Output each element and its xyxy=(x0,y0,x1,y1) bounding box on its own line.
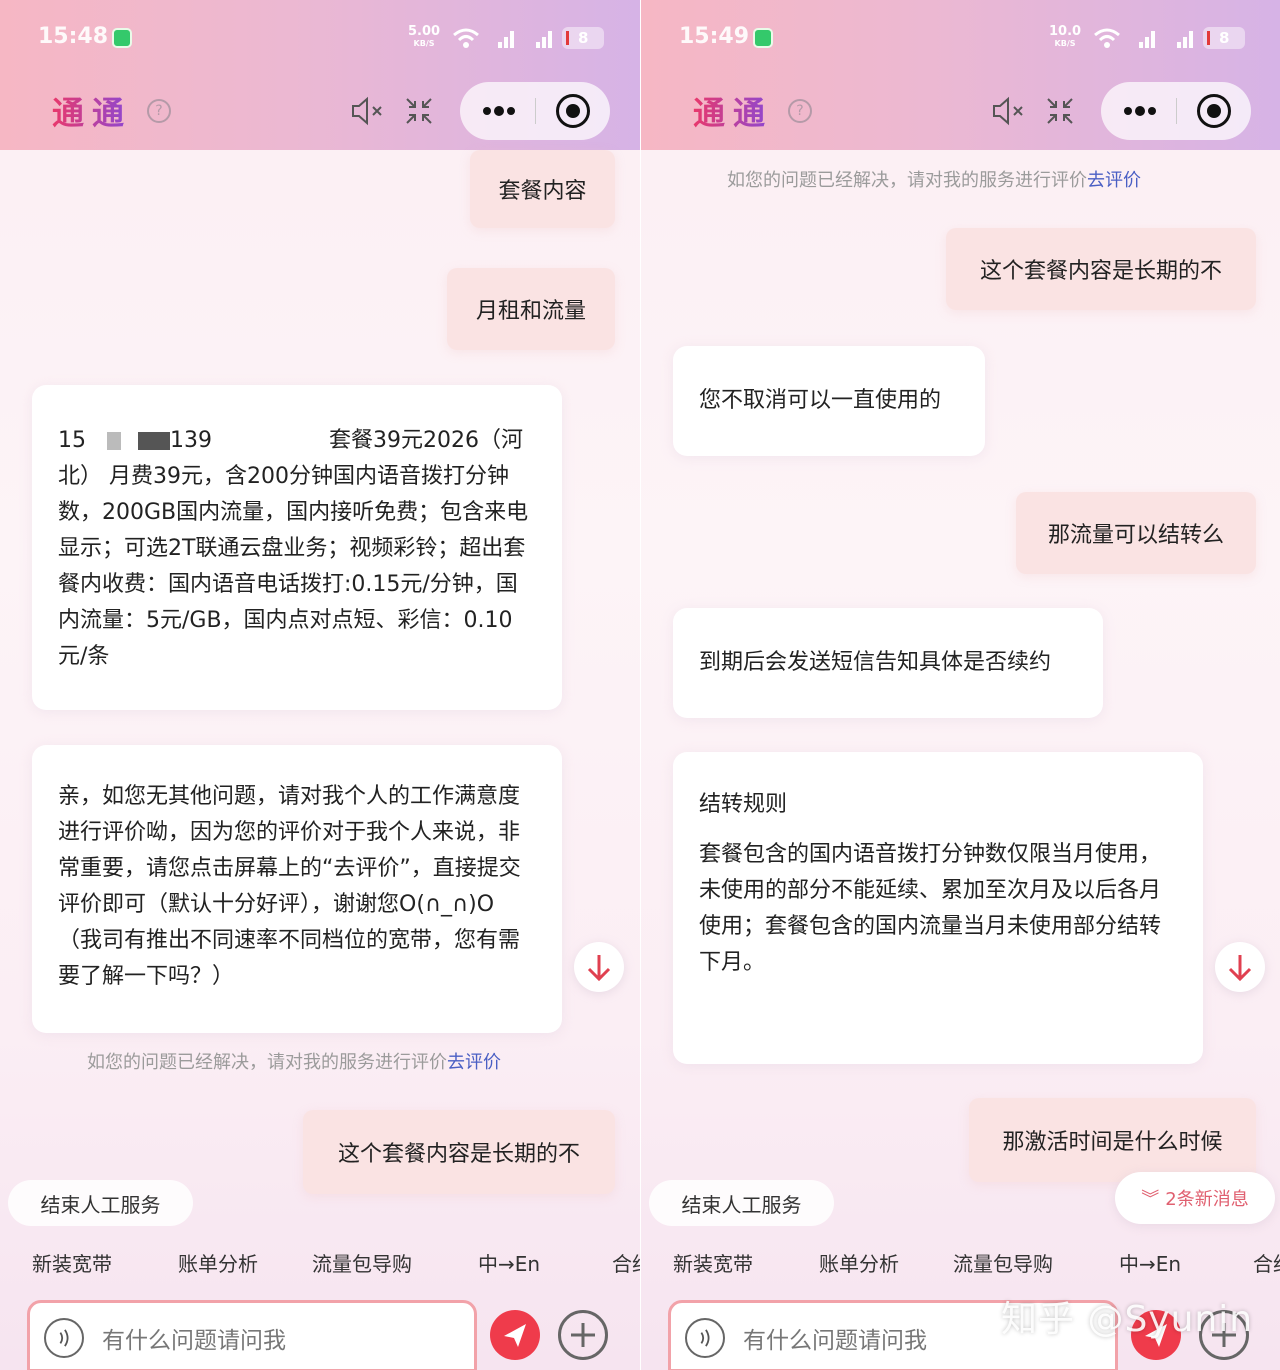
signal-icon xyxy=(1177,31,1193,48)
bot-message: 您不取消可以一直使用的 xyxy=(673,346,985,456)
more-icon[interactable] xyxy=(482,99,516,123)
rating-hint: 如您的问题已经解决，请对我的服务进行评价去评价 xyxy=(727,170,1141,191)
chip-bill-analysis[interactable]: 账单分析 xyxy=(178,1248,258,1277)
bot-message-rules: 结转规则 套餐包含的国内语音拨打分钟数仅限当月使用，未使用的部分不能延续、累加至… xyxy=(673,752,1203,1064)
rule-title: 结转规则 xyxy=(699,792,788,817)
plan-name: 套餐39元2026（河 xyxy=(329,428,523,453)
plan-number-prefix: 15 xyxy=(58,428,86,453)
battery-icon: 8 xyxy=(1203,27,1245,49)
chip-data-pack[interactable]: 流量包导购 xyxy=(953,1248,1053,1277)
rate-link[interactable]: 去评价 xyxy=(1087,170,1141,191)
capsule-menu xyxy=(460,82,610,140)
close-miniapp-icon[interactable] xyxy=(556,94,590,128)
wifi-icon xyxy=(1094,28,1120,48)
capsule-menu xyxy=(1101,82,1251,140)
watermark: 知乎 @Syunin xyxy=(1001,1299,1254,1340)
notification-icon xyxy=(753,28,773,48)
chip-contract[interactable]: 合约 xyxy=(612,1248,640,1277)
chip-data-pack[interactable]: 流量包导购 xyxy=(312,1248,412,1277)
status-time: 15:48 xyxy=(38,24,109,49)
plan-number-suffix: 139 xyxy=(170,428,212,453)
bot-message-plan: 15 139 套餐39元2026（河 北） 月费39元，含200分钟国内语音拨打… xyxy=(32,385,562,710)
rate-link[interactable]: 去评价 xyxy=(447,1052,501,1073)
collapse-icon[interactable] xyxy=(1045,96,1075,126)
status-time: 15:49 xyxy=(679,24,750,49)
close-miniapp-icon[interactable] xyxy=(1197,94,1231,128)
scroll-down-button[interactable] xyxy=(1215,942,1265,992)
plan-details: 北） 月费39元，含200分钟国内语音拨打分钟数，200GB国内流量，国内接听免… xyxy=(58,464,529,669)
signal-icon xyxy=(536,31,552,48)
chip-contract[interactable]: 合约 xyxy=(1253,1248,1280,1277)
mute-icon[interactable] xyxy=(350,96,384,126)
battery-icon: 8 xyxy=(562,27,604,49)
screenshot-left: 15:48 5.00 KB/S 8 通通 ? 套餐内容 月租和流量 15 139 … xyxy=(0,0,640,1370)
signal-icon xyxy=(1139,31,1155,48)
app-title: 通通 xyxy=(52,88,132,134)
app-title: 通通 xyxy=(693,88,773,134)
mute-icon[interactable] xyxy=(991,96,1025,126)
send-button[interactable] xyxy=(490,1310,540,1360)
screenshot-right: 15:49 10.0 KB/S 8 通通 ? 如您的问题已经解决，请对我的服务进行… xyxy=(640,0,1280,1370)
double-chevron-down-icon: ︾ xyxy=(1141,1189,1160,1210)
end-human-service-button[interactable]: 结束人工服务 xyxy=(8,1180,193,1226)
plus-icon xyxy=(571,1323,595,1347)
signal-icon xyxy=(498,31,514,48)
end-human-service-button[interactable]: 结束人工服务 xyxy=(649,1180,834,1226)
user-message: 那激活时间是什么时候 xyxy=(969,1098,1256,1182)
chip-bill-analysis[interactable]: 账单分析 xyxy=(819,1248,899,1277)
chip-broadband[interactable]: 新装宽带 xyxy=(32,1248,112,1277)
help-icon[interactable]: ? xyxy=(147,99,171,123)
rule-body: 套餐包含的国内语音拨打分钟数仅限当月使用，未使用的部分不能延续、累加至次月及以后… xyxy=(699,842,1162,975)
notification-icon xyxy=(112,28,132,48)
more-icon[interactable] xyxy=(1123,99,1157,123)
user-message: 这个套餐内容是长期的不 xyxy=(946,228,1256,310)
chip-broadband[interactable]: 新装宽带 xyxy=(673,1248,753,1277)
voice-icon[interactable] xyxy=(685,1318,725,1358)
message-input[interactable]: 有什么问题请问我 xyxy=(27,1300,477,1370)
arrow-down-icon xyxy=(1228,955,1252,982)
user-message: 月租和流量 xyxy=(447,268,615,350)
network-speed: 5.00 KB/S xyxy=(408,24,441,48)
bot-message: 到期后会发送短信告知具体是否续约 xyxy=(673,608,1103,718)
chip-translate[interactable]: 中→En xyxy=(478,1248,540,1277)
bot-message-survey: 亲，如您无其他问题，请对我个人的工作满意度进行评价呦，因为您的评价对于我个人来说… xyxy=(32,745,562,1033)
input-placeholder: 有什么问题请问我 xyxy=(102,1328,286,1354)
new-messages-button[interactable]: ︾ 2条新消息 xyxy=(1115,1172,1275,1224)
arrow-down-icon xyxy=(587,955,611,982)
send-icon xyxy=(504,1324,526,1347)
wifi-icon xyxy=(453,28,479,48)
user-message: 这个套餐内容是长期的不 xyxy=(303,1110,615,1194)
app-header: 15:49 10.0 KB/S 8 通通 ? xyxy=(641,0,1280,150)
input-placeholder: 有什么问题请问我 xyxy=(743,1328,927,1354)
user-message: 那流量可以结转么 xyxy=(1016,492,1256,574)
chip-translate[interactable]: 中→En xyxy=(1119,1248,1181,1277)
redaction xyxy=(107,432,121,450)
collapse-icon[interactable] xyxy=(404,96,434,126)
network-speed: 10.0 KB/S xyxy=(1049,24,1082,48)
add-button[interactable] xyxy=(558,1310,608,1360)
scroll-down-button[interactable] xyxy=(574,942,624,992)
redaction xyxy=(138,432,170,450)
voice-icon[interactable] xyxy=(44,1318,84,1358)
help-icon[interactable]: ? xyxy=(788,99,812,123)
rating-hint: 如您的问题已经解决，请对我的服务进行评价去评价 xyxy=(87,1052,501,1073)
user-message: 套餐内容 xyxy=(470,150,615,228)
app-header: 15:48 5.00 KB/S 8 通通 ? xyxy=(0,0,640,150)
